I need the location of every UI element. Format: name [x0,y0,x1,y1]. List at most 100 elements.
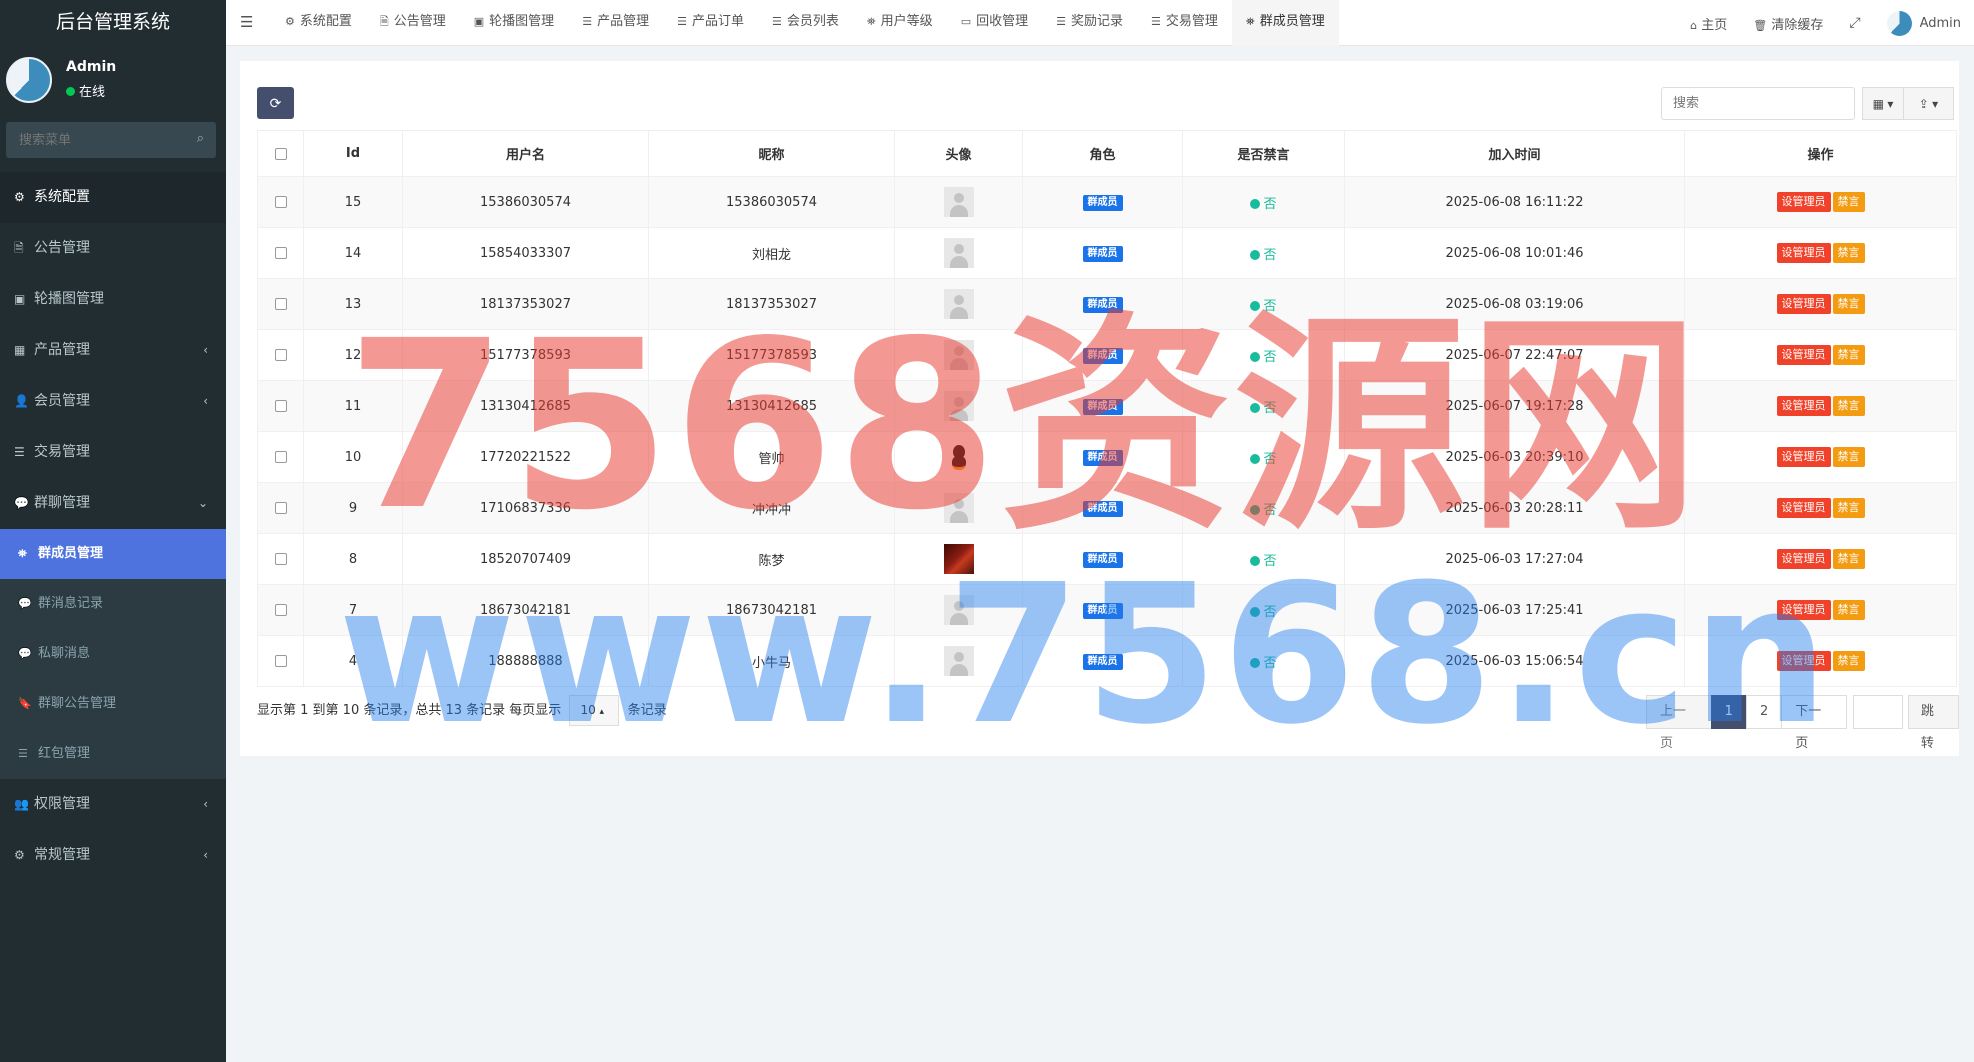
column-header-nickname[interactable]: 昵称 [648,130,895,177]
set-admin-button[interactable]: 设管理员 [1776,600,1831,620]
tab-6[interactable]: ⛯ 用户等级 [853,0,947,46]
search-icon[interactable]: ⌕ [197,131,204,146]
sidebar-item-1[interactable]: 🗎 公告管理 [0,223,226,274]
home-link[interactable]: ⌂ 主页 [1677,14,1740,33]
cell-id: 4 [303,635,403,687]
sidebar-item-bottom-0[interactable]: 👥 权限管理 ‹ [0,779,226,830]
sidebar-item-bottom-1[interactable]: ⚙ 常规管理 ‹ [0,830,226,881]
column-header-username[interactable]: 用户名 [402,130,649,177]
fullscreen-icon[interactable]: ⤢ [1836,15,1873,31]
muted-status: 否 [1263,247,1277,263]
row-checkbox[interactable] [274,298,287,310]
tab-1[interactable]: 🗎 公告管理 [366,0,460,46]
tab-7[interactable]: ▭ 回收管理 [947,0,1042,46]
sidebar-subitem-0[interactable]: ⛯ 群成员管理 [0,529,226,579]
sidebar-subitem-2[interactable]: 💬 私聊消息 [0,629,226,679]
mute-button[interactable]: 禁言 [1832,498,1865,518]
avatar[interactable] [943,646,974,676]
jump-page-input[interactable] [1852,695,1903,729]
next-page-button[interactable]: 下一页 [1781,695,1847,751]
sidebar-subitem-3[interactable]: 🔖 群聊公告管理 [0,679,226,729]
mute-button[interactable]: 禁言 [1832,345,1865,365]
avatar[interactable] [943,391,974,421]
column-header-id[interactable]: Id [303,130,403,177]
cell-nickname: 管帅 [648,431,895,483]
table-search-input[interactable] [1661,87,1855,120]
set-admin-button[interactable]: 设管理员 [1776,192,1831,212]
avatar[interactable] [943,289,974,319]
sidebar-item-6[interactable]: 💬 群聊管理 ⌄ [0,478,226,529]
column-header-joined[interactable]: 加入时间 [1344,130,1685,177]
cell-nickname: 陈梦 [648,533,895,585]
set-admin-button[interactable]: 设管理员 [1776,498,1831,518]
avatar[interactable] [943,340,974,370]
row-checkbox[interactable] [274,196,287,208]
sidebar-subitem-label: 群消息记录 [38,596,104,611]
comment-icon: 💬 [18,647,32,660]
avatar[interactable] [943,544,974,574]
mute-button[interactable]: 禁言 [1832,600,1865,620]
sidebar-item-4[interactable]: 👤 会员管理 ‹ [0,376,226,427]
page-button-2[interactable]: 2 [1745,695,1783,729]
cell-role: 群成员 [1022,584,1183,636]
set-admin-button[interactable]: 设管理员 [1776,345,1831,365]
cell-username: 15854033307 [402,227,649,279]
tab-2[interactable]: ▣ 轮播图管理 [460,0,568,46]
row-checkbox[interactable] [274,451,287,463]
sidebar-item-3[interactable]: ▦ 产品管理 ‹ [0,325,226,376]
jump-button[interactable]: 跳转 [1907,695,1959,751]
set-admin-button[interactable]: 设管理员 [1776,651,1831,671]
tab-4[interactable]: ☰ 产品订单 [663,0,758,46]
avatar[interactable] [943,442,974,472]
mute-button[interactable]: 禁言 [1832,294,1865,314]
sidebar-item-5[interactable]: ☰ 交易管理 [0,427,226,478]
sidebar-item-2[interactable]: ▣ 轮播图管理 [0,274,226,325]
role-badge: 群成员 [1082,194,1123,211]
row-checkbox[interactable] [274,349,287,361]
avatar[interactable] [943,595,974,625]
tab-3[interactable]: ☰ 产品管理 [568,0,663,46]
sidebar-search-input[interactable] [6,122,176,158]
refresh-button[interactable]: ⟳ [257,87,294,119]
mute-button[interactable]: 禁言 [1832,447,1865,467]
avatar[interactable] [943,493,974,523]
row-checkbox[interactable] [274,553,287,565]
avatar[interactable] [943,238,974,268]
row-checkbox[interactable] [274,655,287,667]
columns-toggle-button[interactable]: ▦ ▾ [1862,87,1904,120]
set-admin-button[interactable]: 设管理员 [1776,294,1831,314]
set-admin-button[interactable]: 设管理员 [1776,447,1831,467]
tab-0[interactable]: ⚙ 系统配置 [271,0,366,46]
tab-9[interactable]: ☰ 交易管理 [1137,0,1232,46]
clear-cache-link[interactable]: 🗑 清除缓存 [1740,14,1836,33]
sidebar-subitem-label: 私聊消息 [38,646,91,661]
row-checkbox[interactable] [274,247,287,259]
select-all-checkbox[interactable] [274,147,287,160]
page-button-1[interactable]: 1 [1710,695,1747,729]
sidebar-subitem-4[interactable]: ☰ 红包管理 [0,729,226,779]
export-button[interactable]: ⇪ ▾ [1903,87,1954,120]
cell-actions: 设管理员 禁言 [1684,329,1957,381]
row-checkbox[interactable] [274,604,287,616]
menu-toggle-icon[interactable]: ☰ [240,13,253,31]
status-dot-icon [1250,402,1261,413]
set-admin-button[interactable]: 设管理员 [1776,549,1831,569]
sidebar-subitem-1[interactable]: 💬 群消息记录 [0,579,226,629]
avatar[interactable] [943,187,974,217]
row-checkbox[interactable] [274,400,287,412]
tab-5[interactable]: ☰ 会员列表 [758,0,853,46]
user-menu[interactable]: Admin [1874,10,1974,36]
tab-8[interactable]: ☰ 奖励记录 [1042,0,1137,46]
mute-button[interactable]: 禁言 [1832,549,1865,569]
sidebar-item-0[interactable]: ⚙ 系统配置 [0,172,226,223]
mute-button[interactable]: 禁言 [1832,192,1865,212]
mute-button[interactable]: 禁言 [1832,396,1865,416]
prev-page-button[interactable]: 上一页 [1646,695,1712,751]
set-admin-button[interactable]: 设管理员 [1776,396,1831,416]
mute-button[interactable]: 禁言 [1832,651,1865,671]
set-admin-button[interactable]: 设管理员 [1776,243,1831,263]
tab-10[interactable]: ⛯ 群成员管理 [1231,0,1339,46]
page-size-select[interactable]: 10 ▴ [569,695,620,726]
mute-button[interactable]: 禁言 [1832,243,1865,263]
row-checkbox[interactable] [274,502,287,514]
